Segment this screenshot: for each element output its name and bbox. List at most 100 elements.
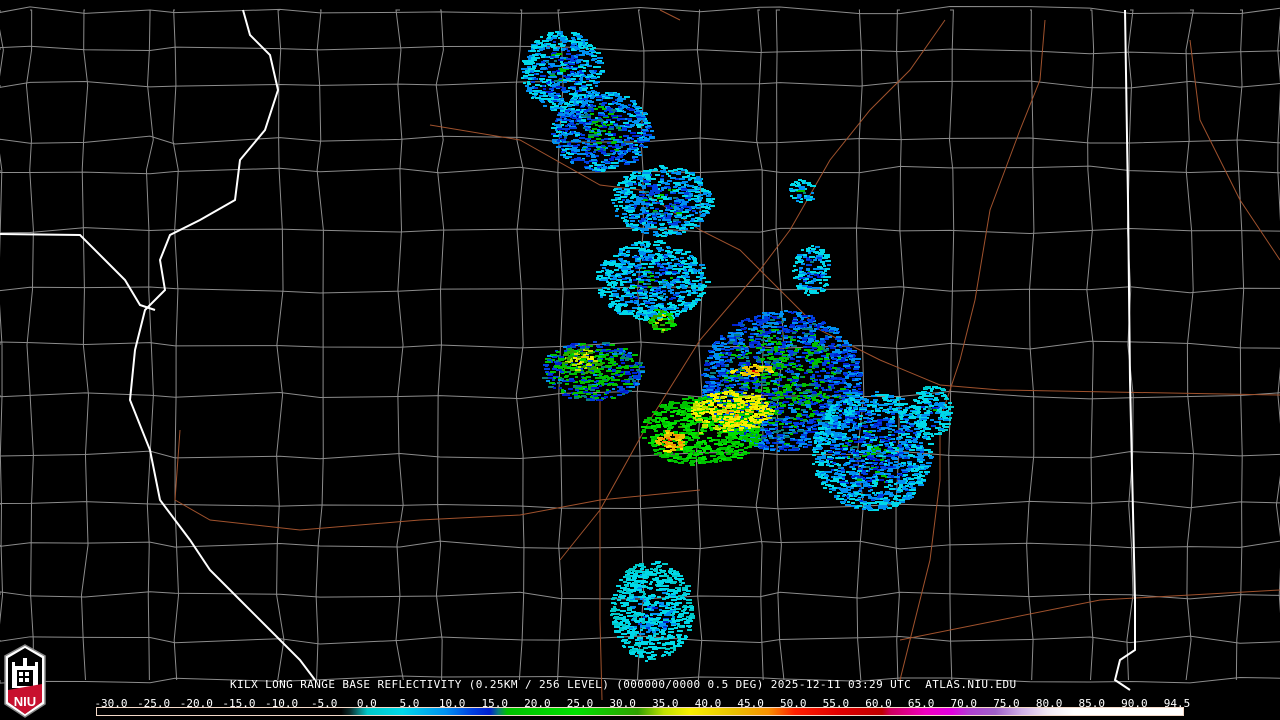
echo-pixel — [597, 129, 600, 131]
echo-pixel — [574, 132, 580, 134]
echo-pixel — [791, 183, 795, 185]
echo-pixel — [548, 63, 553, 65]
echo-pixel — [777, 394, 780, 396]
echo-pixel — [670, 191, 673, 193]
echo-pixel — [586, 123, 589, 125]
echo-pixel — [677, 214, 682, 216]
echo-pixel — [760, 349, 765, 351]
echo-pixel — [797, 328, 800, 330]
echo-pixel — [638, 172, 641, 174]
echo-pixel — [649, 137, 652, 139]
echo-pixel — [562, 128, 568, 130]
echo-pixel — [672, 271, 677, 273]
echo-pixel — [816, 400, 822, 402]
echo-pixel — [603, 130, 606, 132]
echo-pixel — [810, 315, 813, 317]
echo-pixel — [590, 153, 593, 155]
echo-pixel — [639, 220, 644, 222]
echo-pixel — [635, 317, 638, 319]
echo-pixel — [602, 291, 608, 293]
echo-pixel — [658, 190, 662, 192]
echo-pixel — [729, 384, 733, 386]
echo-pixel — [586, 96, 589, 98]
echo-pixel — [600, 264, 603, 266]
echo-pixel — [604, 287, 607, 289]
echo-pixel — [655, 195, 660, 197]
echo-pixel — [732, 324, 738, 326]
echo-pixel — [667, 207, 673, 209]
echo-pixel — [528, 74, 534, 76]
echo-pixel — [646, 283, 651, 285]
echo-pixel — [596, 99, 601, 101]
echo-pixel — [685, 285, 688, 287]
echo-pixel — [576, 101, 582, 103]
echo-pixel — [607, 124, 610, 126]
echo-pixel — [824, 254, 830, 256]
echo-pixel — [578, 45, 581, 47]
echo-pixel — [630, 132, 636, 134]
echo-pixel — [695, 212, 698, 214]
echo-pixel — [577, 59, 583, 61]
echo-pixel — [565, 76, 570, 78]
echo-pixel — [623, 247, 629, 249]
echo-pixel — [632, 194, 636, 196]
echo-pixel — [917, 453, 922, 455]
echo-pixel — [589, 80, 595, 82]
echo-pixel — [632, 135, 636, 137]
echo-pixel — [798, 321, 802, 323]
echo-pixel — [623, 122, 629, 124]
echo-pixel — [693, 260, 697, 262]
echo-pixel — [621, 295, 625, 297]
echo-pixel — [712, 366, 715, 368]
echo-pixel — [633, 159, 639, 161]
echo-pixel — [644, 317, 649, 319]
echo-pixel — [837, 370, 840, 372]
echo-pixel — [671, 308, 674, 310]
echo-pixel — [861, 436, 865, 438]
echo-pixel — [622, 273, 625, 275]
echo-pixel — [553, 100, 557, 102]
echo-pixel — [745, 319, 748, 321]
echo-pixel — [838, 382, 844, 384]
echo-pixel — [722, 375, 728, 377]
echo-pixel — [687, 189, 692, 191]
echo-pixel — [649, 256, 652, 258]
echo-pixel — [769, 437, 772, 439]
echo-pixel — [817, 266, 822, 268]
echo-pixel — [583, 60, 589, 62]
echo-pixel — [691, 218, 695, 220]
echo-pixel — [553, 35, 558, 37]
echo-pixel — [640, 255, 643, 257]
echo-pixel — [774, 372, 778, 374]
echo-pixel — [641, 218, 646, 220]
radar-map[interactable] — [0, 0, 1280, 720]
echo-pixel — [796, 415, 802, 417]
echo-pixel — [830, 355, 834, 357]
echo-pixel — [556, 70, 560, 72]
echo-pixel — [655, 174, 660, 176]
echo-pixel — [666, 173, 669, 175]
echo-pixel — [670, 292, 674, 294]
echo-pixel — [643, 199, 648, 201]
echo-pixel — [652, 186, 658, 188]
echo-pixel — [617, 304, 621, 306]
echo-pixel — [696, 178, 702, 180]
echo-pixel — [920, 451, 924, 453]
echo-pixel — [692, 262, 695, 264]
echo-pixel — [629, 279, 632, 281]
echo-pixel — [766, 382, 770, 384]
echo-pixel — [835, 349, 840, 351]
echo-pixel — [552, 85, 556, 87]
echo-pixel — [713, 378, 717, 380]
echo-pixel — [824, 270, 827, 272]
echo-pixel — [663, 293, 666, 295]
echo-pixel — [709, 384, 715, 386]
echo-pixel — [662, 219, 665, 221]
echo-pixel — [596, 73, 602, 75]
echo-pixel — [651, 313, 657, 315]
echo-pixel — [780, 374, 783, 376]
echo-pixel — [584, 110, 588, 112]
echo-pixel — [774, 346, 778, 348]
echo-pixel — [786, 444, 789, 446]
echo-pixel — [617, 184, 620, 186]
